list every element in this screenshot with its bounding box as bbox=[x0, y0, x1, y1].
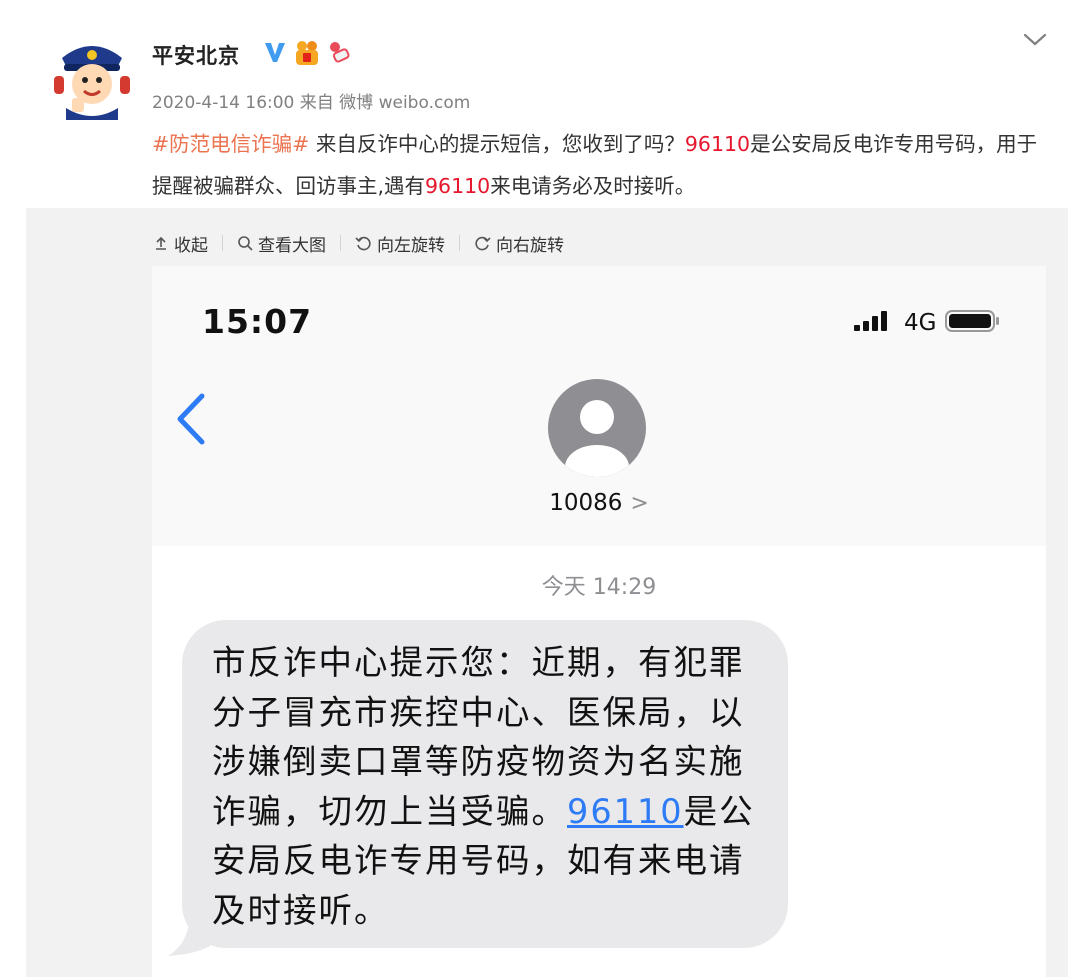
collapse-button[interactable]: 收起 bbox=[153, 231, 208, 256]
rotate-left-label: 向左旋转 bbox=[377, 235, 445, 256]
status-time: 15:07 bbox=[202, 302, 313, 341]
message-timestamp: 今天 14:29 bbox=[541, 575, 657, 600]
search-icon bbox=[237, 235, 253, 251]
toolbar-divider bbox=[459, 235, 460, 251]
contact-header[interactable]: 10086 > bbox=[152, 490, 1046, 516]
author-badges bbox=[262, 38, 352, 70]
chevron-down-icon[interactable] bbox=[1018, 28, 1052, 52]
post-text-part: 来自反诈中心的提示短信，您收到了吗？ bbox=[309, 132, 685, 156]
author-avatar[interactable] bbox=[48, 28, 136, 120]
back-icon[interactable] bbox=[174, 390, 210, 448]
message-text: 市反诈中心提示您：近期，有犯罪分子冒充市疾控中心、医保局，以涉嫌倒卖口罩等防疫物… bbox=[212, 638, 772, 935]
post-text: #防范电信诈骗# 来自反诈中心的提示短信，您收到了吗？96110是公安局反电诈专… bbox=[152, 123, 1057, 207]
contact-avatar-icon[interactable] bbox=[548, 379, 646, 477]
status-indicators: 4G bbox=[852, 308, 1002, 338]
author-name[interactable]: 平安北京 bbox=[152, 40, 240, 70]
post-text-part: 来电请务必及时接听。 bbox=[490, 174, 696, 198]
toolbar-divider bbox=[340, 235, 341, 251]
view-large-button[interactable]: 查看大图 bbox=[237, 231, 326, 256]
viewer-toolbar: 收起 查看大图 向左旋转 向右旋转 bbox=[153, 228, 564, 258]
chevron-right-icon: > bbox=[630, 491, 649, 516]
contact-name[interactable]: 10086 bbox=[549, 490, 622, 516]
signal-icon bbox=[852, 309, 896, 337]
phone-number-96110: 96110 bbox=[684, 132, 751, 156]
collapse-icon bbox=[153, 235, 169, 251]
post-meta: 2020-4-14 16:00 来自 微博 weibo.com bbox=[152, 93, 471, 113]
rotate-left-icon bbox=[355, 235, 372, 252]
rotate-right-button[interactable]: 向右旋转 bbox=[474, 231, 564, 256]
collapse-label: 收起 bbox=[174, 235, 208, 256]
sms-screenshot[interactable]: 15:07 4G 10086 > 今天 14:29 市反诈中心提示您：近期，有犯… bbox=[152, 266, 1046, 977]
badge-icon[interactable] bbox=[292, 37, 322, 71]
verified-v-icon bbox=[262, 39, 288, 69]
rotate-left-button[interactable]: 向左旋转 bbox=[355, 231, 445, 256]
phone-number-96110: 96110 bbox=[425, 174, 491, 198]
rotate-right-icon bbox=[474, 235, 491, 252]
rotate-right-label: 向右旋转 bbox=[496, 235, 564, 256]
image-viewer: 收起 查看大图 向左旋转 向右旋转 15:07 4G 10086 > 今天 14… bbox=[26, 208, 1068, 977]
battery-icon bbox=[944, 308, 1002, 338]
topic-link[interactable]: #防范电信诈骗# bbox=[152, 132, 309, 156]
message-number-link[interactable]: 96110 bbox=[567, 792, 684, 831]
view-large-label: 查看大图 bbox=[258, 235, 326, 256]
network-type: 4G bbox=[904, 310, 937, 336]
toolbar-divider bbox=[222, 235, 223, 251]
badge-icon-2[interactable] bbox=[326, 39, 352, 69]
